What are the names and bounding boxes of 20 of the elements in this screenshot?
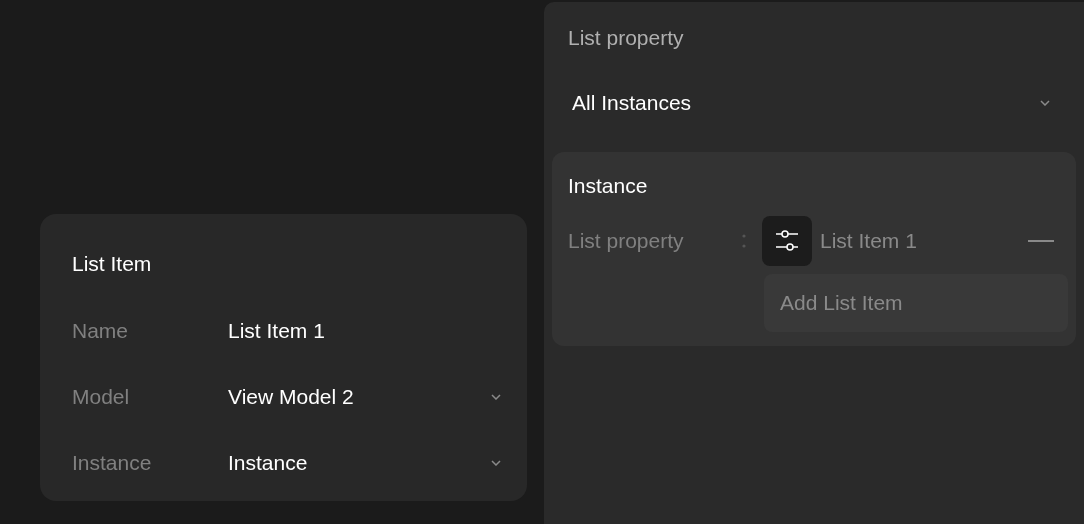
dropdown-value: All Instances xyxy=(572,91,692,115)
section-label: List property xyxy=(567,26,685,51)
field-label: Model xyxy=(72,385,131,409)
dropdown[interactable]: Instance xyxy=(228,451,501,475)
chevron-down-icon xyxy=(491,394,501,400)
chevron-down-icon xyxy=(491,460,501,466)
instance-title: Instance xyxy=(568,174,649,199)
dropdown[interactable]: All Instances xyxy=(552,68,1076,138)
minus-icon[interactable] xyxy=(1028,240,1054,242)
sliders-icon xyxy=(762,216,812,266)
field-label: Name xyxy=(72,319,130,343)
chevron-down-icon xyxy=(1040,100,1050,106)
card-title: List Item xyxy=(72,252,153,277)
property-label: List property xyxy=(568,229,685,253)
dropdown[interactable]: View Model 2 xyxy=(228,385,501,409)
list-item-name: List Item 1 xyxy=(820,229,918,253)
field-label: Instance xyxy=(72,451,153,475)
text-field[interactable]: List Item 1 xyxy=(228,319,325,343)
dropdown-value: View Model 2 xyxy=(228,385,354,409)
dropdown-value: Instance xyxy=(228,451,308,475)
